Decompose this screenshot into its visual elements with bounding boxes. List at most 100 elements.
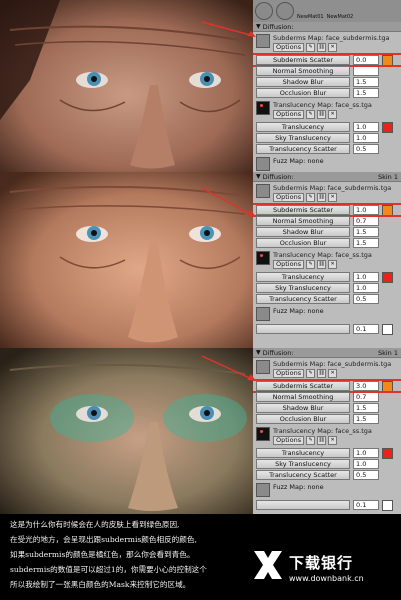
edit-icon[interactable]: ✎ — [306, 369, 316, 378]
normal-smoothing-value[interactable]: 0.7 — [353, 392, 379, 402]
material-tab-1[interactable]: NewMat01 — [297, 14, 324, 20]
options-button[interactable]: Options — [273, 260, 305, 269]
normal-smoothing-slider[interactable]: Normal Smoothing — [256, 392, 350, 402]
fuzz-map-thumbnail[interactable] — [256, 157, 270, 171]
edit-icon[interactable]: ✎ — [306, 43, 316, 52]
normal-smoothing-value[interactable] — [353, 66, 379, 76]
fuzz-value[interactable]: 0.1 — [353, 500, 379, 510]
subdermis-map[interactable]: Subdermis Map: face_subdermis.tga Option… — [253, 358, 401, 380]
collapse-arrow-icon[interactable]: ▼ — [256, 173, 261, 180]
material-thumbnail-1[interactable] — [255, 2, 273, 20]
translucency-map-thumbnail[interactable] — [256, 101, 270, 115]
subdermis-color-swatch[interactable] — [382, 54, 393, 66]
translucency-map-thumbnail[interactable] — [256, 427, 270, 441]
translucency-map[interactable]: Translucency Map: face_ss.tga Options ✎ ⛓ ✕ — [253, 249, 401, 271]
translucency-value[interactable]: 1.0 — [353, 122, 379, 132]
clear-icon[interactable]: ✕ — [328, 193, 338, 202]
translucency-scatter-value[interactable]: 0.5 — [353, 294, 379, 304]
occlusion-blur-slider[interactable]: Occlusion Blur — [256, 414, 350, 424]
fuzz-slider[interactable] — [256, 500, 350, 510]
shadow-blur-slider[interactable]: Shadow Blur — [256, 403, 350, 413]
shadow-blur-slider[interactable]: Shadow Blur — [256, 77, 350, 87]
edit-icon[interactable]: ✎ — [306, 436, 316, 445]
clear-icon[interactable]: ✕ — [328, 260, 338, 269]
translucency-color-swatch[interactable] — [382, 447, 393, 459]
fuzz-map[interactable]: Fuzz Map: none — [253, 481, 401, 499]
fuzz-slider[interactable] — [256, 324, 350, 334]
translucency-slider[interactable]: Translucency — [256, 122, 350, 132]
material-tab-2[interactable]: NewMat02 — [327, 14, 354, 20]
translucency-slider[interactable]: Translucency — [256, 272, 350, 282]
diffusion-header[interactable]: ▼ Diffusion: — [253, 22, 401, 32]
edit-icon[interactable]: ✎ — [306, 193, 316, 202]
sky-translucency-value[interactable]: 1.0 — [353, 133, 379, 143]
sky-translucency-slider[interactable]: Sky Translucency — [256, 283, 350, 293]
subdermis-scatter-value[interactable]: 0.0 — [353, 55, 379, 65]
fuzz-map[interactable]: Fuzz Map: none — [253, 155, 401, 172]
link-icon[interactable]: ⛓ — [317, 260, 327, 269]
translucency-map-thumbnail[interactable] — [256, 251, 270, 265]
subdermis-scatter-value[interactable]: 3.0 — [353, 381, 379, 391]
occlusion-blur-value[interactable]: 1.5 — [353, 238, 379, 248]
normal-smoothing-slider[interactable]: Normal Smoothing — [256, 216, 350, 226]
shadow-blur-value[interactable]: 1.5 — [353, 77, 379, 87]
normal-smoothing-value[interactable]: 0.7 — [353, 216, 379, 226]
translucency-map[interactable]: Translucency Map: face_ss.tga Options ✎ ⛓ ✕ — [253, 425, 401, 447]
options-button[interactable]: Options — [273, 110, 305, 119]
subdermis-scatter-value[interactable]: 1.0 — [353, 205, 379, 215]
occlusion-blur-slider[interactable]: Occlusion Blur — [256, 88, 350, 98]
shadow-blur-value[interactable]: 1.5 — [353, 403, 379, 413]
translucency-value[interactable]: 1.0 — [353, 272, 379, 282]
sky-translucency-slider[interactable]: Sky Translucency — [256, 459, 350, 469]
fuzz-map[interactable]: Fuzz Map: none — [253, 305, 401, 323]
edit-icon[interactable]: ✎ — [306, 260, 316, 269]
diffusion-header[interactable]: ▼ Diffusion: Skin 1 — [253, 172, 401, 182]
occlusion-blur-slider[interactable]: Occlusion Blur — [256, 238, 350, 248]
subdermis-scatter-slider[interactable]: Subdermis Scatter — [256, 205, 350, 215]
subdermis-scatter-slider[interactable]: Subdermis Scatter — [256, 55, 350, 65]
options-button[interactable]: Options — [273, 369, 305, 378]
subdermis-scatter-slider[interactable]: Subdermis Scatter — [256, 381, 350, 391]
translucency-scatter-slider[interactable]: Translucency Scatter — [256, 294, 350, 304]
sky-translucency-value[interactable]: 1.0 — [353, 459, 379, 469]
translucency-color-swatch[interactable] — [382, 121, 393, 133]
fuzz-value[interactable]: 0.1 — [353, 324, 379, 334]
subdermis-map[interactable]: Subderms Map: face_subdermis.tga Options… — [253, 32, 401, 54]
occlusion-blur-value[interactable]: 1.5 — [353, 88, 379, 98]
clear-icon[interactable]: ✕ — [328, 369, 338, 378]
sky-translucency-slider[interactable]: Sky Translucency — [256, 133, 350, 143]
link-icon[interactable]: ⛓ — [317, 436, 327, 445]
material-thumbnail-2[interactable] — [276, 2, 294, 20]
shadow-blur-value[interactable]: 1.5 — [353, 227, 379, 237]
occlusion-blur-value[interactable]: 1.5 — [353, 414, 379, 424]
subdermis-color-swatch[interactable] — [382, 380, 393, 392]
translucency-scatter-value[interactable]: 0.5 — [353, 470, 379, 480]
fuzz-map-thumbnail[interactable] — [256, 483, 270, 497]
fuzz-color-swatch[interactable] — [382, 499, 393, 511]
options-button[interactable]: Options — [273, 43, 305, 52]
link-icon[interactable]: ⛓ — [317, 369, 327, 378]
translucency-map[interactable]: Translucency Map: face_ss.tga Options ✎ ⛓ ✕ — [253, 99, 401, 121]
normal-smoothing-slider[interactable]: Normal Smoothing — [256, 66, 350, 76]
link-icon[interactable]: ⛓ — [317, 193, 327, 202]
translucency-scatter-value[interactable]: 0.5 — [353, 144, 379, 154]
subdermis-color-swatch[interactable] — [382, 204, 393, 216]
link-icon[interactable]: ⛓ — [317, 110, 327, 119]
clear-icon[interactable]: ✕ — [328, 436, 338, 445]
fuzz-color-swatch[interactable] — [382, 323, 393, 335]
options-button[interactable]: Options — [273, 436, 305, 445]
clear-icon[interactable]: ✕ — [328, 43, 338, 52]
options-button[interactable]: Options — [273, 193, 305, 202]
sky-translucency-value[interactable]: 1.0 — [353, 283, 379, 293]
translucency-color-swatch[interactable] — [382, 271, 393, 283]
edit-icon[interactable]: ✎ — [306, 110, 316, 119]
translucency-slider[interactable]: Translucency — [256, 448, 350, 458]
fuzz-map-thumbnail[interactable] — [256, 307, 270, 321]
subdermis-map[interactable]: Subdermis Map: face_subdermis.tga Option… — [253, 182, 401, 204]
diffusion-header[interactable]: ▼ Diffusion: Skin 1 — [253, 348, 401, 358]
shadow-blur-slider[interactable]: Shadow Blur — [256, 227, 350, 237]
link-icon[interactable]: ⛓ — [317, 43, 327, 52]
clear-icon[interactable]: ✕ — [328, 110, 338, 119]
translucency-scatter-slider[interactable]: Translucency Scatter — [256, 470, 350, 480]
translucency-value[interactable]: 1.0 — [353, 448, 379, 458]
